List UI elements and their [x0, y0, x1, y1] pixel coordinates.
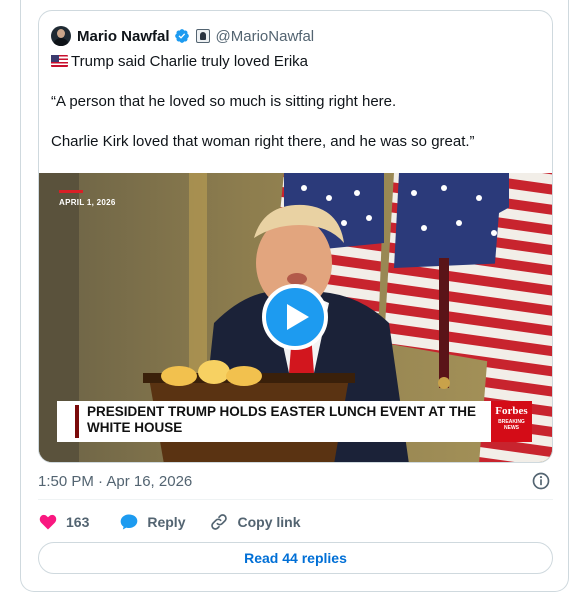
divider	[38, 499, 553, 500]
quoted-tweet-line-1: Trump said Charlie truly loved Erika	[51, 53, 308, 70]
video-player[interactable]: APRIL 1, 2026 PRESIDENT TRUMP HOLDS EAST…	[39, 173, 552, 462]
play-icon	[287, 304, 309, 330]
tweet-actions: 163 Reply Copy link	[38, 511, 301, 533]
copy-link-button[interactable]: Copy link	[209, 512, 301, 532]
affiliate-badge-icon	[195, 29, 210, 43]
date-tag-bar	[59, 190, 83, 193]
reply-button[interactable]: Reply	[119, 512, 185, 532]
video-banner-text: PRESIDENT TRUMP HOLDS EASTER LUNCH EVENT…	[87, 404, 477, 435]
tweet-timestamp[interactable]: 1:50 PM · Apr 16, 2026	[38, 473, 192, 490]
reply-bubble-icon	[121, 514, 138, 530]
quoted-tweet[interactable]: Mario Nawfal @MarioNawfal Trump said Cha…	[38, 10, 553, 463]
forbes-logo: Forbes BREAKING NEWS	[491, 401, 532, 442]
like-count: 163	[66, 514, 90, 530]
heart-icon	[39, 514, 57, 530]
us-flag-icon	[51, 55, 68, 67]
like-button[interactable]: 163	[38, 512, 89, 532]
verified-badge-icon	[174, 29, 189, 43]
quoted-tweet-line-3: Charlie Kirk loved that woman right ther…	[51, 133, 475, 150]
quoted-tweet-line-2: “A person that he loved so much is sitti…	[51, 93, 397, 110]
copy-link-label: Copy link	[237, 514, 301, 530]
link-icon	[211, 514, 228, 530]
author-name[interactable]: Mario Nawfal	[77, 28, 170, 45]
read-replies-button[interactable]: Read 44 replies	[38, 542, 553, 574]
quoted-tweet-header: Mario Nawfal @MarioNawfal	[51, 25, 314, 47]
avatar[interactable]	[51, 26, 71, 46]
video-lower-third: PRESIDENT TRUMP HOLDS EASTER LUNCH EVENT…	[57, 401, 491, 442]
video-date-tag: APRIL 1, 2026	[59, 198, 116, 207]
info-icon[interactable]	[531, 471, 551, 491]
play-button[interactable]	[262, 284, 328, 350]
reply-label: Reply	[147, 514, 186, 530]
author-handle[interactable]: @MarioNawfal	[216, 28, 315, 45]
